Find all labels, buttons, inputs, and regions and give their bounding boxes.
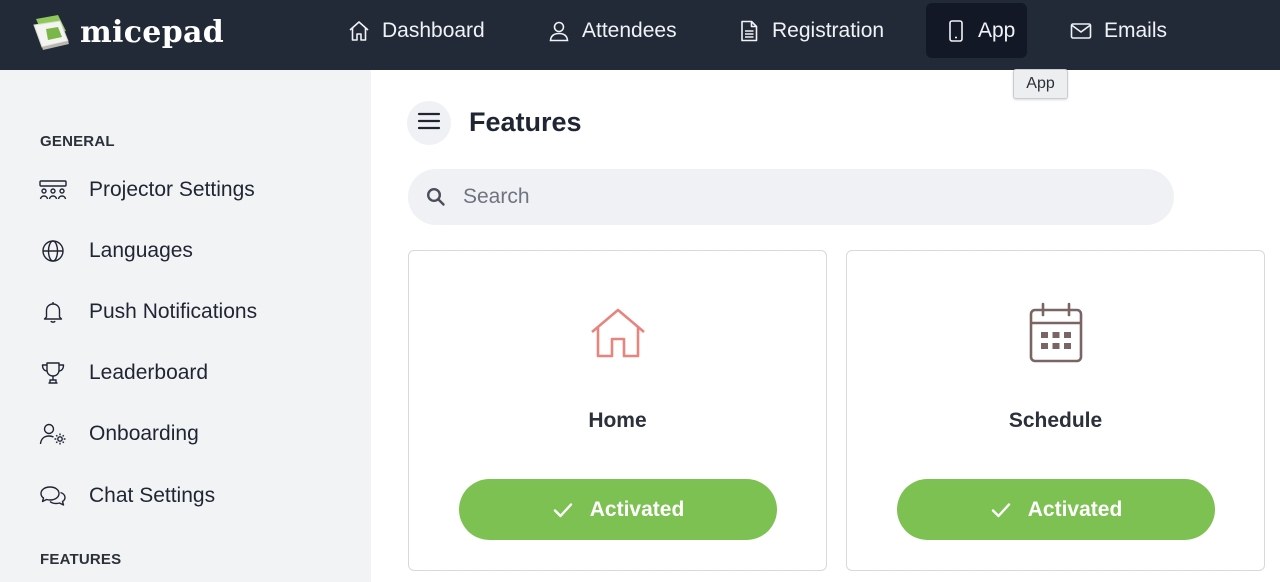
envelope-icon [1068, 18, 1094, 44]
audience-icon [38, 175, 68, 205]
nav-app-tooltip: App [1013, 69, 1068, 99]
activated-button[interactable]: Activated [897, 479, 1215, 540]
feature-card-title: Schedule [1008, 409, 1103, 432]
sidebar-item-label: Onboarding [89, 422, 199, 445]
sidebar-item-label: Leaderboard [89, 361, 209, 384]
page-title: Features [469, 107, 582, 137]
search-input[interactable] [463, 185, 1063, 209]
sidebar-section-features: FEATURES [40, 551, 122, 568]
settings-sidebar: GENERAL Projector Settings Languages Pus… [0, 70, 371, 582]
mobile-phone-icon [944, 18, 968, 44]
nav-dashboard-label: Dashboard [382, 18, 485, 42]
menu-toggle-button[interactable] [407, 101, 451, 145]
bell-icon [38, 297, 68, 327]
search-icon [425, 186, 447, 208]
sidebar-item-label: Projector Settings [89, 178, 255, 201]
house-icon [586, 301, 650, 365]
user-gear-icon [38, 419, 68, 449]
sidebar-item-label: Push Notifications [89, 300, 258, 323]
home-icon [346, 18, 372, 44]
sidebar-item-onboarding[interactable]: Onboarding [38, 414, 199, 454]
micepad-logo-icon [32, 13, 72, 51]
nav-attendees[interactable]: Attendees [546, 3, 677, 58]
trophy-icon [38, 358, 68, 388]
checkmark-icon [552, 499, 574, 521]
sidebar-item-projector-settings[interactable]: Projector Settings [38, 170, 255, 210]
calendar-icon [1024, 301, 1088, 365]
activated-label: Activated [589, 497, 685, 521]
activated-button[interactable]: Activated [459, 479, 777, 540]
activated-label: Activated [1027, 497, 1123, 521]
document-icon [736, 18, 762, 44]
feature-card-schedule[interactable]: Schedule Activated [846, 250, 1265, 571]
user-icon [546, 18, 572, 44]
search-bar [408, 169, 1174, 225]
hamburger-menu-icon [417, 112, 441, 135]
chat-bubbles-icon [38, 481, 68, 511]
nav-registration[interactable]: Registration [736, 3, 884, 58]
brand-name: micepad [80, 14, 224, 50]
globe-icon [38, 236, 68, 266]
nav-app[interactable]: App [926, 3, 1027, 58]
sidebar-item-label: Chat Settings [89, 484, 216, 507]
sidebar-section-general: GENERAL [40, 133, 115, 150]
sidebar-item-leaderboard[interactable]: Leaderboard [38, 353, 208, 393]
sidebar-item-chat-settings[interactable]: Chat Settings [38, 476, 215, 516]
micepad-logo[interactable]: micepad [32, 12, 224, 52]
sidebar-item-label: Languages [89, 239, 193, 262]
top-navigation-bar: micepad Dashboard Attendees Registration [0, 0, 1280, 70]
nav-emails-label: Emails [1104, 18, 1168, 42]
feature-card-title: Home [588, 409, 647, 432]
nav-app-label: App [978, 18, 1016, 42]
nav-emails[interactable]: Emails [1068, 3, 1167, 58]
sidebar-item-push-notifications[interactable]: Push Notifications [38, 292, 257, 332]
sidebar-item-languages[interactable]: Languages [38, 231, 193, 271]
nav-dashboard[interactable]: Dashboard [346, 3, 485, 58]
feature-card-home[interactable]: Home Activated [408, 250, 827, 571]
nav-attendees-label: Attendees [582, 18, 677, 42]
nav-registration-label: Registration [772, 18, 885, 42]
checkmark-icon [990, 499, 1012, 521]
